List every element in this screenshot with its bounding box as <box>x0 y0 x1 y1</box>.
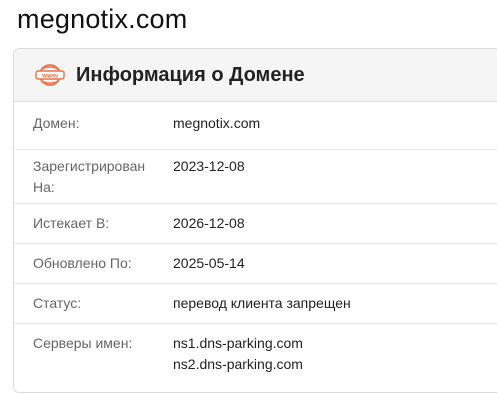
info-row-domain: Домен: megnotix.com <box>14 102 497 150</box>
row-label: Зарегистрирован На: <box>33 158 146 195</box>
nameserver-value: ns1.dns-parking.com <box>173 335 303 351</box>
row-value: перевод клиента запрещен <box>173 295 351 311</box>
info-row-registered: Зарегистрирован На: 2023-12-08 <box>14 150 497 204</box>
info-row-expires: Истекает В: 2026-12-08 <box>14 204 497 244</box>
row-value: megnotix.com <box>173 115 261 131</box>
row-label: Обновлено По: <box>33 255 132 271</box>
row-value: 2025-05-14 <box>173 255 245 271</box>
row-value: 2023-12-08 <box>173 158 245 174</box>
info-row-updated: Обновлено По: 2025-05-14 <box>14 244 497 284</box>
card-title: Информация о Домене <box>76 63 305 86</box>
row-value: 2026-12-08 <box>173 215 245 231</box>
www-globe-icon: www <box>35 64 65 86</box>
row-label: Домен: <box>33 115 80 131</box>
nameserver-list: ns1.dns-parking.com ns2.dns-parking.com <box>173 333 303 384</box>
info-row-nameservers: Серверы имен: ns1.dns-parking.com ns2.dn… <box>14 324 497 384</box>
card-header: www Информация о Домене <box>14 49 497 102</box>
svg-text:www: www <box>41 73 59 80</box>
row-label: Серверы имен: <box>33 335 133 351</box>
info-row-status: Статус: перевод клиента запрещен <box>14 284 497 324</box>
nameserver-value: ns2.dns-parking.com <box>173 356 303 372</box>
domain-info-card: www Информация о Домене Домен: megnotix.… <box>13 48 497 393</box>
row-label: Статус: <box>33 295 82 311</box>
row-label: Истекает В: <box>33 215 110 231</box>
page-title: megnotix.com <box>17 4 188 34</box>
